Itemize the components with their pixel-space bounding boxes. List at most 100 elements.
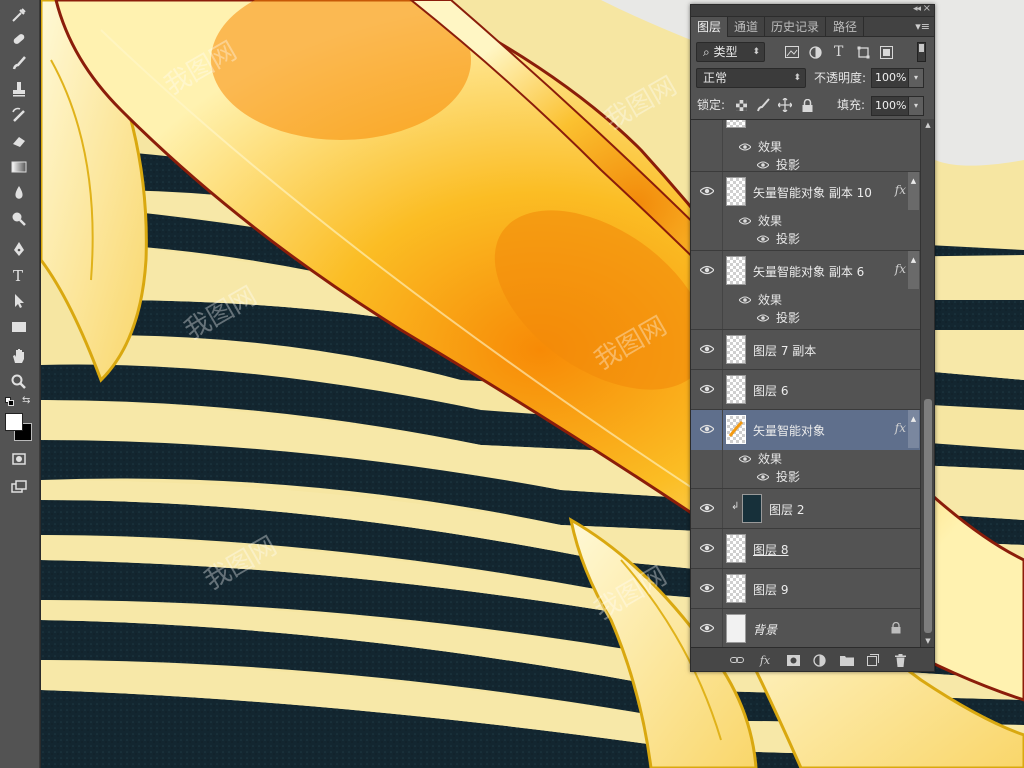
adjustment-filter-icon[interactable] bbox=[807, 44, 823, 60]
layer-row-background[interactable]: 背景 bbox=[691, 609, 920, 647]
quick-mask-icon[interactable] bbox=[6, 448, 32, 470]
expand-effects-arrow-icon[interactable]: ▲ bbox=[908, 172, 919, 210]
fill-slider-button[interactable]: ▾ bbox=[908, 96, 924, 116]
layer-effects-fx-icon[interactable]: fx bbox=[895, 183, 906, 197]
layer-row-layer-8[interactable]: 图层 8 bbox=[691, 529, 920, 569]
effect-visibility-eye-icon[interactable] bbox=[739, 454, 751, 464]
pixel-filter-icon[interactable] bbox=[784, 44, 800, 60]
layer-name[interactable]: 背景 bbox=[753, 621, 777, 638]
expand-effects-arrow-icon[interactable]: ▲ bbox=[908, 410, 919, 448]
effect-visibility-eye-icon[interactable] bbox=[757, 160, 769, 170]
layer-name[interactable]: 图层 8 bbox=[753, 541, 788, 558]
tab-paths[interactable]: 路径 bbox=[827, 17, 865, 37]
layer-row-vector-smart-object[interactable]: 矢量智能对象 fx ▲ 效果 投影 bbox=[691, 410, 920, 489]
layer-effects-fx-icon[interactable]: fx bbox=[895, 262, 906, 276]
gradient-icon[interactable] bbox=[6, 156, 32, 178]
type-filter-icon[interactable]: T bbox=[831, 43, 847, 59]
type-icon[interactable]: T bbox=[6, 264, 32, 286]
layer-name[interactable]: 图层 6 bbox=[753, 382, 788, 399]
effect-visibility-eye-icon[interactable] bbox=[739, 142, 751, 152]
layer-name[interactable]: 矢量智能对象 bbox=[753, 422, 825, 439]
filter-toggle-switch[interactable] bbox=[917, 42, 926, 62]
effect-visibility-eye-icon[interactable] bbox=[757, 313, 769, 323]
fill-input[interactable]: 100% bbox=[871, 96, 909, 116]
scrollbar-thumb[interactable] bbox=[924, 399, 932, 633]
add-layer-mask-icon[interactable] bbox=[785, 652, 801, 668]
lock-all-icon[interactable] bbox=[799, 97, 815, 113]
effect-visibility-eye-icon[interactable] bbox=[757, 234, 769, 244]
layer-visibility-eye-icon[interactable] bbox=[700, 383, 714, 395]
tab-channels[interactable]: 通道 bbox=[728, 17, 766, 37]
effects-label: 效果 bbox=[758, 214, 783, 228]
dodge-icon[interactable] bbox=[6, 208, 32, 230]
layer-visibility-eye-icon[interactable] bbox=[700, 622, 714, 634]
layers-scrollbar[interactable]: ▲ ▼ bbox=[920, 119, 934, 647]
opacity-slider-button[interactable]: ▾ bbox=[908, 68, 924, 88]
layer-name[interactable]: 图层 7 副本 bbox=[753, 342, 816, 359]
eyedropper-icon[interactable] bbox=[6, 4, 32, 26]
layer-visibility-eye-icon[interactable] bbox=[700, 423, 714, 435]
layer-row-layer-2[interactable]: ↲ 图层 2 bbox=[691, 489, 920, 529]
scroll-down-arrow-icon[interactable]: ▼ bbox=[921, 635, 935, 647]
close-panel-icon[interactable]: × bbox=[923, 3, 931, 14]
eraser-icon[interactable] bbox=[6, 130, 32, 152]
new-group-folder-icon[interactable] bbox=[839, 652, 855, 668]
hand-icon[interactable] bbox=[6, 345, 32, 367]
new-layer-icon[interactable] bbox=[865, 652, 881, 668]
foreground-color-swatch[interactable] bbox=[5, 413, 23, 431]
layer-row-vector-smart-object-copy-6[interactable]: 矢量智能对象 副本 6 fx ▲ 效果 投影 bbox=[691, 251, 920, 330]
history-brush-icon[interactable] bbox=[6, 104, 32, 126]
blur-icon[interactable] bbox=[6, 182, 32, 204]
collapse-panel-icon[interactable]: ◂◂ bbox=[913, 4, 921, 14]
panel-titlebar[interactable]: ◂◂ × bbox=[691, 3, 934, 17]
link-layers-icon[interactable] bbox=[729, 652, 745, 668]
layer-visibility-eye-icon[interactable] bbox=[700, 502, 714, 514]
layer-row-layer-7-copy[interactable]: 图层 7 副本 bbox=[691, 330, 920, 370]
layer-visibility-eye-icon[interactable] bbox=[700, 343, 714, 355]
swap-colors-icon[interactable]: ⇆ bbox=[22, 395, 30, 406]
expand-effects-arrow-icon[interactable]: ▲ bbox=[908, 251, 919, 289]
layer-name[interactable]: 图层 9 bbox=[753, 581, 788, 598]
panel-menu-icon[interactable]: ▾≡ bbox=[915, 20, 930, 33]
opacity-input[interactable]: 100% bbox=[871, 68, 909, 88]
screen-mode-icon[interactable] bbox=[6, 476, 32, 498]
layer-row-partial[interactable]: 效果 投影 bbox=[691, 120, 920, 172]
zoom-icon[interactable] bbox=[6, 371, 32, 393]
healing-brush-icon[interactable] bbox=[6, 28, 32, 50]
layer-visibility-eye-icon[interactable] bbox=[700, 582, 714, 594]
default-colors-icon[interactable] bbox=[5, 397, 15, 407]
layer-name[interactable]: 矢量智能对象 副本 6 bbox=[753, 263, 864, 280]
layer-row-layer-6[interactable]: 图层 6 bbox=[691, 370, 920, 410]
blend-mode-dropdown[interactable]: 正常 ⬍ bbox=[696, 68, 806, 88]
layer-effects-fx-icon[interactable]: fx bbox=[895, 421, 906, 435]
path-selection-icon[interactable] bbox=[6, 290, 32, 312]
smart-object-filter-icon[interactable] bbox=[878, 44, 894, 60]
lock-position-icon[interactable] bbox=[777, 97, 793, 113]
layer-thumbnail bbox=[726, 177, 746, 206]
layer-filter-dropdown[interactable]: ⌕ 类型 ⬍ bbox=[696, 42, 765, 62]
layer-name[interactable]: 图层 2 bbox=[769, 501, 804, 518]
scroll-up-arrow-icon[interactable]: ▲ bbox=[921, 119, 935, 131]
add-layer-style-fx-icon[interactable]: fx bbox=[757, 652, 773, 668]
effect-visibility-eye-icon[interactable] bbox=[739, 216, 751, 226]
lock-image-pixels-icon[interactable] bbox=[755, 97, 771, 113]
brush-icon[interactable] bbox=[6, 52, 32, 74]
rectangle-icon[interactable] bbox=[6, 316, 32, 338]
clone-stamp-icon[interactable] bbox=[6, 78, 32, 100]
layer-visibility-eye-icon[interactable] bbox=[700, 264, 714, 276]
shape-filter-icon[interactable] bbox=[855, 44, 871, 60]
lock-transparent-pixels-icon[interactable] bbox=[734, 98, 748, 112]
layer-row-vector-smart-object-copy-10[interactable]: 矢量智能对象 副本 10 fx ▲ 效果 投影 bbox=[691, 172, 920, 251]
layer-visibility-eye-icon[interactable] bbox=[700, 542, 714, 554]
layer-name[interactable]: 矢量智能对象 副本 10 bbox=[753, 184, 872, 201]
tab-layers[interactable]: 图层 bbox=[691, 17, 729, 37]
effect-visibility-eye-icon[interactable] bbox=[757, 472, 769, 482]
layer-visibility-eye-icon[interactable] bbox=[700, 185, 714, 197]
delete-layer-trash-icon[interactable] bbox=[892, 652, 908, 668]
layer-thumbnail bbox=[726, 574, 746, 603]
new-adjustment-layer-icon[interactable] bbox=[811, 652, 827, 668]
layer-row-layer-9[interactable]: 图层 9 bbox=[691, 569, 920, 609]
effect-visibility-eye-icon[interactable] bbox=[739, 295, 751, 305]
pen-icon[interactable] bbox=[6, 238, 32, 260]
tab-history[interactable]: 历史记录 bbox=[765, 17, 827, 37]
